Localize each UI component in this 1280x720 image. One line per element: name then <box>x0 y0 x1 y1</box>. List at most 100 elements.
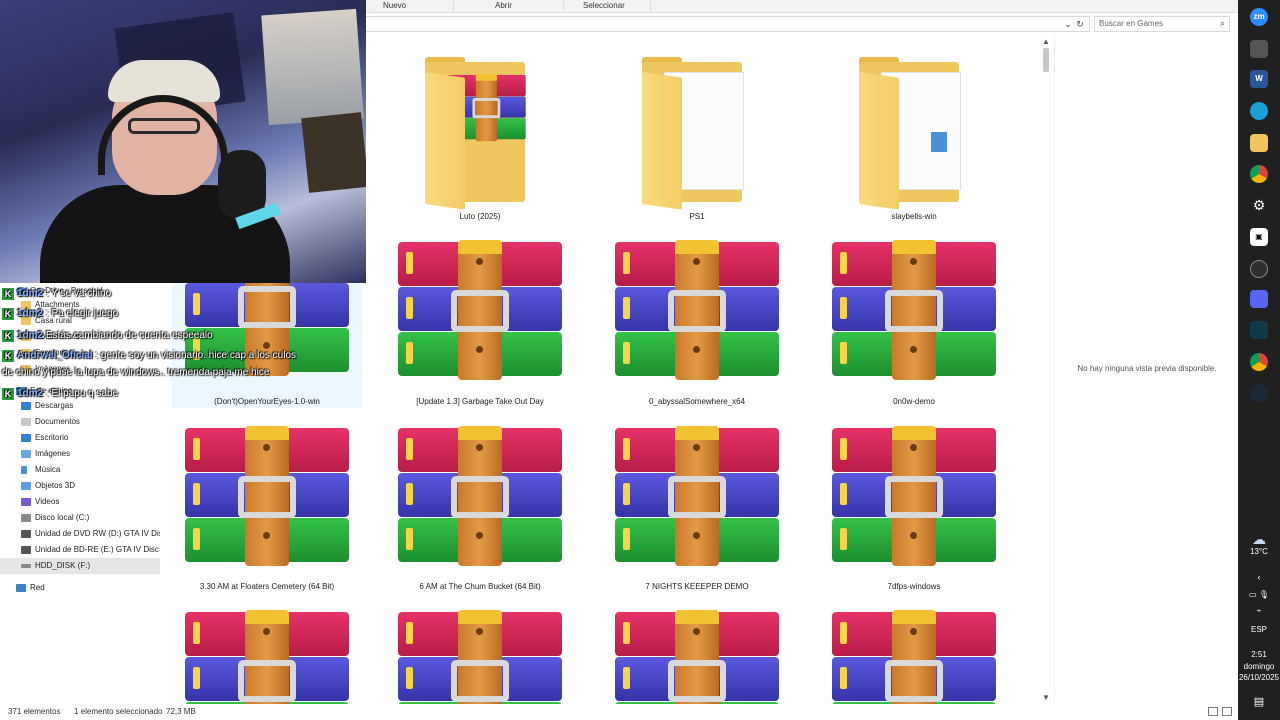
edge-icon[interactable] <box>1250 102 1268 120</box>
language-indicator[interactable]: ESP <box>1238 625 1280 634</box>
chat-message: K Andrwel_Oficial : gente soy un visionar… <box>2 350 358 362</box>
search-input[interactable]: Buscar en Games ⌕ <box>1094 16 1230 32</box>
desktop-icon <box>21 434 31 442</box>
nav-item-hdd-disk-f[interactable]: HDD_DISK (F:) <box>0 558 160 574</box>
navigation-pane: OneDrive - Personal Attachments Casa rur… <box>0 283 160 703</box>
terminal-icon[interactable] <box>1250 321 1268 339</box>
nav-label: Disco local (C:) <box>35 513 90 522</box>
vertical-scrollbar[interactable]: ▲ ▼ <box>1040 34 1052 706</box>
refresh-icon[interactable]: ↻ <box>1074 18 1086 30</box>
nav-item-imagenes[interactable]: Imágenes <box>0 446 160 462</box>
rar-icon <box>615 240 779 380</box>
nav-item-documentos[interactable]: Documentos <box>0 414 160 430</box>
selection-size: 72,3 MB <box>166 707 196 716</box>
nav-item-descargas[interactable]: Descargas <box>0 398 160 414</box>
file-label: 6 AM at The Chum Bucket (64 Bit) <box>419 582 541 591</box>
chrome-icon[interactable] <box>1250 353 1268 371</box>
file-item[interactable]: 0_abyssalSomewhere_x64 <box>602 236 792 408</box>
preview-message: No hay ninguna vista previa disponible. <box>1077 364 1217 373</box>
chat-text: de chino y puse la lupa de windows.. tre… <box>2 367 270 378</box>
address-bar[interactable] <box>360 16 1090 32</box>
chat-badge: K <box>2 330 14 342</box>
nav-item-red[interactable]: Red <box>0 580 160 596</box>
discord-icon[interactable] <box>1250 290 1268 308</box>
nav-item-musica[interactable]: Música <box>0 462 160 478</box>
status-bar: 371 elementos 1 elemento seleccionado 72… <box>0 704 1238 720</box>
obs-icon[interactable] <box>1250 260 1268 278</box>
tray-icons[interactable]: ▭ 🎙 <box>1238 590 1280 599</box>
word-icon[interactable]: W <box>1250 70 1268 88</box>
zoom-icon[interactable]: zm <box>1250 8 1268 26</box>
file-item[interactable]: 3.30 AM at Floaters Cemetery (64 Bit) <box>172 422 362 594</box>
notification-icon[interactable]: ▤ <box>1238 695 1280 708</box>
ribbon-separator <box>453 0 454 13</box>
nav-item-videos[interactable]: Videos <box>0 494 160 510</box>
drive-icon <box>21 514 31 522</box>
network-tray-icon[interactable]: ⌁ <box>1238 606 1280 615</box>
large-icons-view-icon[interactable] <box>1222 707 1232 716</box>
ribbon-group-new[interactable]: Nuevo <box>383 0 406 13</box>
ribbon-group-select[interactable]: Seleccionar <box>583 0 625 13</box>
clock-time[interactable]: 2:51 <box>1238 650 1280 659</box>
chat-text: : El papu q sabe <box>45 388 119 399</box>
rar-icon <box>832 426 996 566</box>
file-label: 7dfps-windows <box>887 582 941 591</box>
file-item[interactable] <box>385 606 575 706</box>
chat-message: de chino y puse la lupa de windows.. tre… <box>2 367 358 379</box>
dvd-icon <box>21 546 31 554</box>
details-view-icon[interactable] <box>1208 707 1218 716</box>
nav-item-disco-local-c[interactable]: Disco local (C:) <box>0 510 160 526</box>
clock-day[interactable]: domingo <box>1238 662 1280 671</box>
preview-pane: No hay ninguna vista previa disponible. <box>1054 34 1238 706</box>
taskbar: zm W ⚙ ▣ ☁ 13°C ‹ ▭ 🎙 ⌁ ESP 2:51 domingo… <box>1238 0 1280 720</box>
nav-item-bd-e[interactable]: Unidad de BD-RE (E:) GTA IV Disc 1 <box>0 542 160 558</box>
nav-item-dvd-d[interactable]: Unidad de DVD RW (D:) GTA IV Disc <box>0 526 160 542</box>
nav-label: Música <box>35 465 61 474</box>
ribbon-separator <box>563 0 564 13</box>
folder-item[interactable]: slaybells-win <box>819 34 1009 229</box>
explorer-icon[interactable] <box>1250 134 1268 152</box>
network-icon <box>16 584 26 592</box>
search-icon[interactable]: ⌕ <box>1220 18 1225 29</box>
scrollbar-thumb[interactable] <box>1043 48 1049 72</box>
chat-badge: K <box>2 288 14 300</box>
file-item[interactable]: 6 AM at The Chum Bucket (64 Bit) <box>385 422 575 594</box>
scroll-down-icon[interactable]: ▼ <box>1040 692 1052 704</box>
chat-username: 1dm2 <box>17 308 44 319</box>
app-icon[interactable] <box>1250 40 1268 58</box>
folder-icon <box>642 57 752 210</box>
file-item[interactable] <box>602 606 792 706</box>
folder-item[interactable]: Luto (2025) <box>385 34 575 229</box>
file-item[interactable]: [Update 1.3] Garbage Take Out Day <box>385 236 575 408</box>
ribbon-group-open[interactable]: Abrir <box>495 0 512 13</box>
search-placeholder: Buscar en Games <box>1099 19 1164 28</box>
chat-username: 1dm2 <box>17 330 44 341</box>
scroll-up-icon[interactable]: ▲ <box>1040 36 1052 48</box>
nav-item-escritorio[interactable]: Escritorio <box>0 430 160 446</box>
steam-icon[interactable] <box>1250 384 1268 402</box>
chevron-down-icon[interactable]: ⌄ <box>1062 18 1074 30</box>
nav-item-objetos-3d[interactable]: Objetos 3D <box>0 478 160 494</box>
nav-label: Descargas <box>35 401 74 410</box>
pictures-icon <box>21 450 31 458</box>
clock-date[interactable]: 26/10/2025 <box>1238 673 1280 682</box>
file-item[interactable]: 7dfps-windows <box>819 422 1009 594</box>
nav-label: Red <box>30 583 45 592</box>
chrome-icon[interactable] <box>1250 165 1268 183</box>
file-item[interactable]: 7 NIGHTS KEEEPER DEMO <box>602 422 792 594</box>
file-label: 3.30 AM at Floaters Cemetery (64 Bit) <box>199 582 335 591</box>
address-row: ⌄ ↻ Buscar en Games ⌕ <box>360 14 1238 34</box>
file-item[interactable]: 0n0w-demo <box>819 236 1009 408</box>
settings-icon[interactable]: ⚙ <box>1250 196 1268 214</box>
weather-temperature[interactable]: 13°C <box>1238 547 1280 556</box>
chat-text: : Pa elegir juego <box>45 308 119 319</box>
file-item[interactable] <box>819 606 1009 706</box>
chevron-up-icon[interactable]: ‹ <box>1238 572 1280 582</box>
weather-icon[interactable]: ☁ <box>1250 530 1268 548</box>
selection-info: 1 elemento seleccionado <box>74 707 163 716</box>
music-icon <box>21 466 27 474</box>
folder-item[interactable]: PS1 <box>602 34 792 229</box>
capcut-icon[interactable]: ▣ <box>1250 228 1268 246</box>
file-item[interactable] <box>172 606 362 706</box>
nav-label: Unidad de BD-RE (E:) GTA IV Disc 1 <box>35 545 160 554</box>
